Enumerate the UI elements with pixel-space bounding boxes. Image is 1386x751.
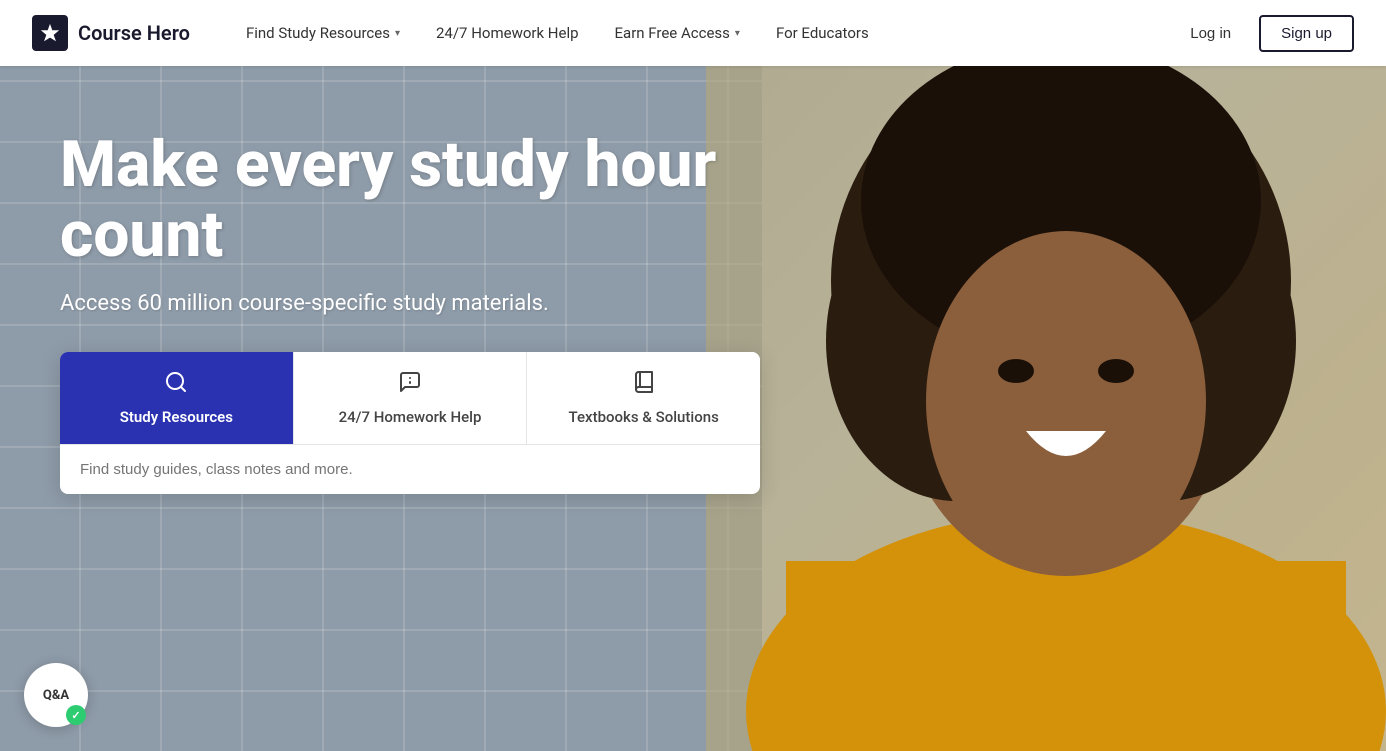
tab-study-resources-label: Study Resources <box>120 408 233 426</box>
nav-for-educators[interactable]: For Educators <box>760 16 885 50</box>
logo-icon <box>32 15 68 51</box>
login-button[interactable]: Log in <box>1170 17 1251 50</box>
logo-star-icon <box>39 22 61 44</box>
tab-study-resources[interactable]: Study Resources <box>60 352 294 444</box>
chat-question-icon <box>398 370 422 400</box>
hero-person-image <box>706 66 1386 751</box>
nav-links: Find Study Resources ▾ 24/7 Homework Hel… <box>230 16 885 50</box>
hero-content: Make every study hour count Access 60 mi… <box>60 130 760 494</box>
nav-earn-free-access[interactable]: Earn Free Access ▾ <box>599 16 756 50</box>
hero-title: Make every study hour count <box>60 130 760 271</box>
nav-homework-help[interactable]: 24/7 Homework Help <box>420 16 595 50</box>
chevron-down-icon-2: ▾ <box>735 28 740 39</box>
navbar: Course Hero Find Study Resources ▾ 24/7 … <box>0 0 1386 66</box>
hero-subtitle: Access 60 million course-specific study … <box>60 291 760 316</box>
logo[interactable]: Course Hero <box>32 15 190 51</box>
search-tabs: Study Resources 24/7 Homework Help <box>60 352 760 445</box>
search-icon <box>164 370 188 400</box>
tab-homework-help-label: 24/7 Homework Help <box>339 408 482 426</box>
qa-check-badge: ✓ <box>66 705 86 725</box>
tab-textbooks-solutions[interactable]: Textbooks & Solutions <box>527 352 760 444</box>
search-input[interactable] <box>80 461 740 478</box>
qa-badge-label: Q&A <box>43 688 69 703</box>
chevron-down-icon: ▾ <box>395 28 400 39</box>
signup-button[interactable]: Sign up <box>1259 15 1354 52</box>
search-widget: Study Resources 24/7 Homework Help <box>60 352 760 494</box>
brand-name: Course Hero <box>78 21 190 45</box>
tab-homework-help[interactable]: 24/7 Homework Help <box>294 352 528 444</box>
hero-section: Make every study hour count Access 60 mi… <box>0 0 1386 751</box>
search-input-area[interactable] <box>60 445 760 494</box>
nav-find-study-resources[interactable]: Find Study Resources ▾ <box>230 16 416 50</box>
books-icon <box>632 370 656 400</box>
nav-actions: Log in Sign up <box>1170 15 1354 52</box>
tab-textbooks-solutions-label: Textbooks & Solutions <box>569 408 719 426</box>
qa-badge[interactable]: Q&A ✓ <box>24 663 88 727</box>
